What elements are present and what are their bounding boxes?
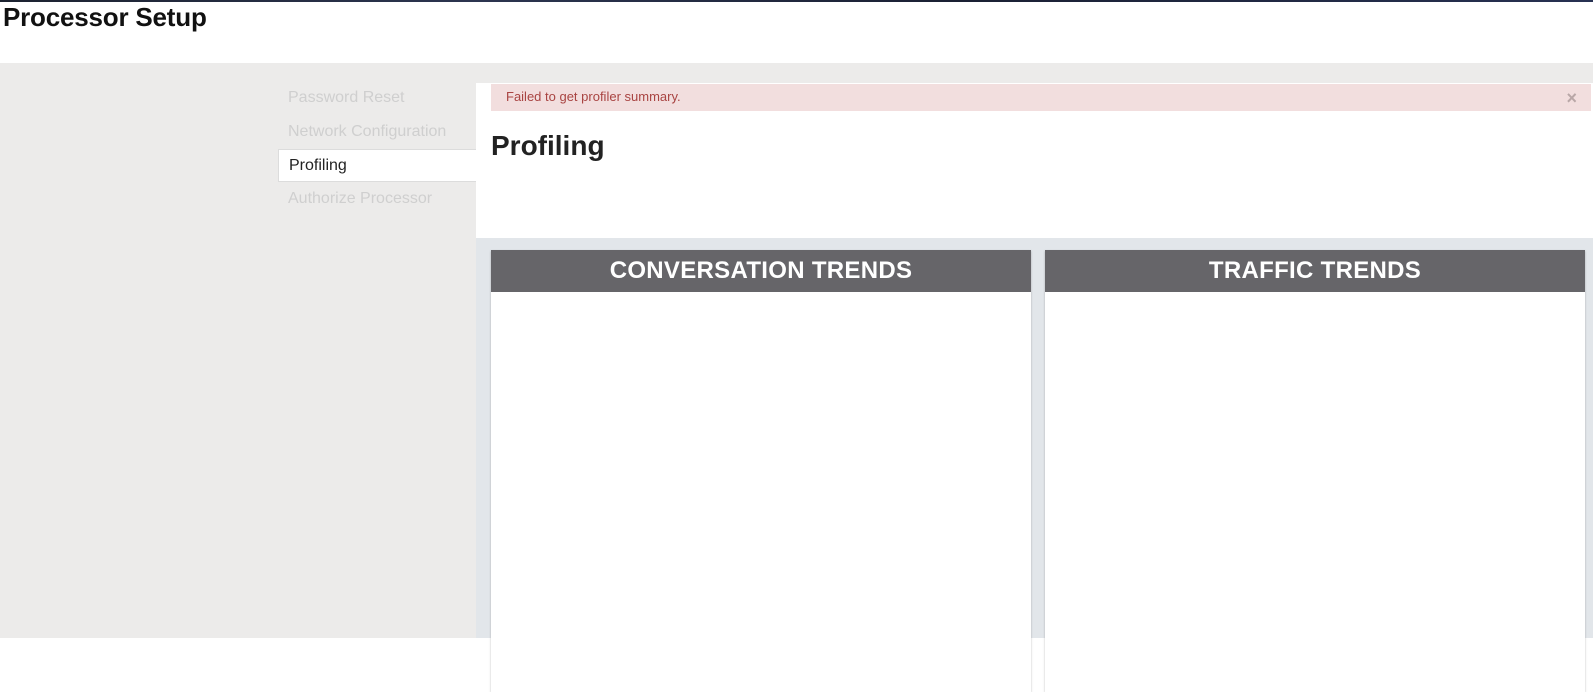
close-icon[interactable]: × — [1566, 85, 1577, 111]
content-panel: Failed to get profiler summary. × Profil… — [476, 83, 1593, 692]
panel-body — [1045, 292, 1585, 692]
app-header: Processor Setup — [0, 0, 1593, 63]
alert-message: Failed to get profiler summary. — [506, 89, 681, 104]
nav-item-network-configuration[interactable]: Network Configuration — [278, 115, 476, 149]
setup-nav: Password Reset Network Configuration Pro… — [278, 81, 476, 216]
conversation-trends-panel: CONVERSATION TRENDS — [491, 250, 1031, 692]
nav-item-profiling[interactable]: Profiling — [278, 149, 476, 182]
top-strip — [0, 0, 1593, 2]
error-alert: Failed to get profiler summary. × — [491, 84, 1591, 111]
panel-header: CONVERSATION TRENDS — [491, 250, 1031, 292]
panel-body — [491, 292, 1031, 692]
panel-header: TRAFFIC TRENDS — [1045, 250, 1585, 292]
section-title: Profiling — [491, 130, 605, 161]
panels-area: CONVERSATION TRENDS TRAFFIC TRENDS — [476, 238, 1593, 692]
page-title: Processor Setup — [3, 2, 207, 32]
traffic-trends-panel: TRAFFIC TRENDS — [1045, 250, 1585, 692]
nav-item-authorize-processor[interactable]: Authorize Processor — [278, 182, 476, 216]
body-area: Password Reset Network Configuration Pro… — [0, 63, 1593, 692]
nav-item-password-reset[interactable]: Password Reset — [278, 81, 476, 115]
